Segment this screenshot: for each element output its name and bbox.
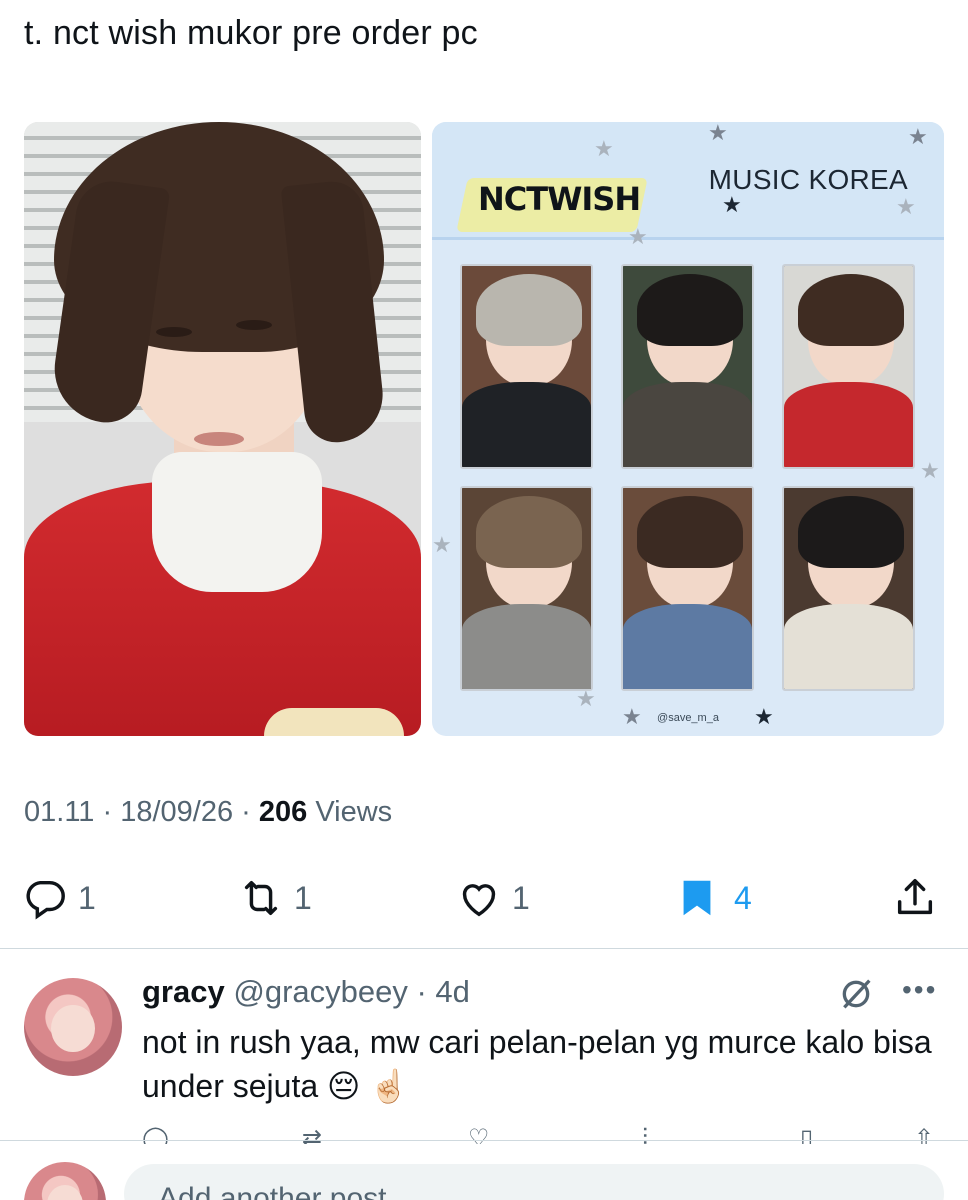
heart-icon[interactable]: ♡ — [468, 1124, 490, 1144]
avatar[interactable] — [24, 978, 122, 1076]
reply-age[interactable]: 4d — [435, 974, 469, 1009]
nctwish-logo: NCTWISH — [478, 180, 641, 218]
star-icon: ★ — [594, 136, 614, 161]
reply-count: 1 — [78, 879, 96, 916]
grok-icon[interactable] — [836, 974, 876, 1014]
views-count: 206 — [258, 796, 308, 828]
star-icon: ★ — [908, 124, 928, 149]
post-text: t. nct wish mukor pre order pc — [24, 14, 478, 52]
reply-text: not in rush yaa, mw cari pelan-pelan yg … — [142, 1024, 932, 1104]
photocard[interactable] — [460, 486, 593, 691]
more-options-icon[interactable]: ••• — [902, 974, 937, 1006]
photo-shirt-graphic — [264, 708, 404, 736]
bookmark-button[interactable]: 4 — [674, 866, 752, 930]
avatar[interactable] — [24, 1162, 106, 1200]
reply-post[interactable]: gracy @gracybeey · 4d ••• not in rush ya… — [0, 960, 968, 1140]
photocard[interactable] — [782, 264, 915, 469]
reply-icon[interactable]: ◯ — [142, 1124, 169, 1144]
share-button[interactable] — [892, 866, 938, 930]
photocard[interactable] — [621, 486, 754, 691]
divider — [0, 1140, 968, 1141]
photo-photocard-set[interactable]: NCTWISH MUSIC KOREA ★ ★ ★ ★ ★ ★ ★ ★ ★ ★ … — [432, 122, 944, 736]
repost-icon[interactable]: ⇄ — [302, 1124, 322, 1144]
divider — [0, 948, 968, 949]
add-post-input[interactable]: Add another post — [124, 1164, 944, 1200]
photocard[interactable] — [460, 264, 593, 469]
post-time[interactable]: 01.11 — [24, 796, 94, 828]
meta-separator: · — [102, 796, 121, 828]
photo-eye-right — [236, 320, 272, 330]
bookmark-icon — [683, 880, 711, 916]
star-icon: ★ — [722, 192, 742, 217]
reply-handle[interactable]: @gracybeey — [233, 974, 408, 1009]
star-icon: ★ — [432, 532, 452, 557]
bookmark-icon[interactable]: ▯ — [800, 1124, 813, 1144]
like-button[interactable]: 1 — [456, 866, 530, 930]
star-icon: ★ — [896, 194, 916, 219]
like-count: 1 — [512, 879, 530, 916]
post-actions-bar: 1 1 1 4 — [0, 866, 968, 930]
reply-header: gracy @gracybeey · 4d — [142, 974, 470, 1009]
photo-lips — [194, 432, 244, 446]
post-meta: 01.11 · 18/09/26 · 206 Views — [24, 796, 392, 829]
views-icon[interactable]: ⫶ — [642, 1124, 648, 1144]
repost-count: 1 — [294, 879, 312, 916]
photo-selfie[interactable] — [24, 122, 421, 736]
photo-eye-left — [156, 327, 192, 337]
star-icon: ★ — [708, 122, 728, 145]
photo-collar — [152, 452, 322, 592]
post-media[interactable]: NCTWISH MUSIC KOREA ★ ★ ★ ★ ★ ★ ★ ★ ★ ★ … — [24, 122, 944, 736]
reply-icon — [26, 880, 65, 920]
reply-display-name[interactable]: gracy — [142, 974, 225, 1009]
share-icon[interactable]: ⇧ — [914, 1124, 934, 1144]
views-label: Views — [315, 796, 393, 828]
repost-button[interactable]: 1 — [238, 866, 312, 930]
reply-actions-bar: ◯ ⇄ ♡ ⫶ ▯ ⇧ — [142, 1124, 942, 1144]
heart-icon — [462, 884, 496, 917]
reply-button[interactable]: 1 — [22, 866, 96, 930]
photocard[interactable] — [621, 264, 754, 469]
photocard-watermark: @save_m_a — [657, 712, 719, 724]
star-icon: ★ — [920, 458, 940, 483]
repost-icon — [244, 880, 278, 916]
post-date[interactable]: 18/09/26 — [120, 796, 233, 828]
reply-composer: Add another post — [0, 1142, 968, 1200]
star-icon: ★ — [628, 224, 648, 249]
meta-separator: · — [241, 796, 259, 828]
photocard[interactable] — [782, 486, 915, 691]
bookmark-count: 4 — [734, 879, 752, 916]
share-icon — [897, 879, 933, 915]
star-icon: ★ — [576, 686, 596, 711]
